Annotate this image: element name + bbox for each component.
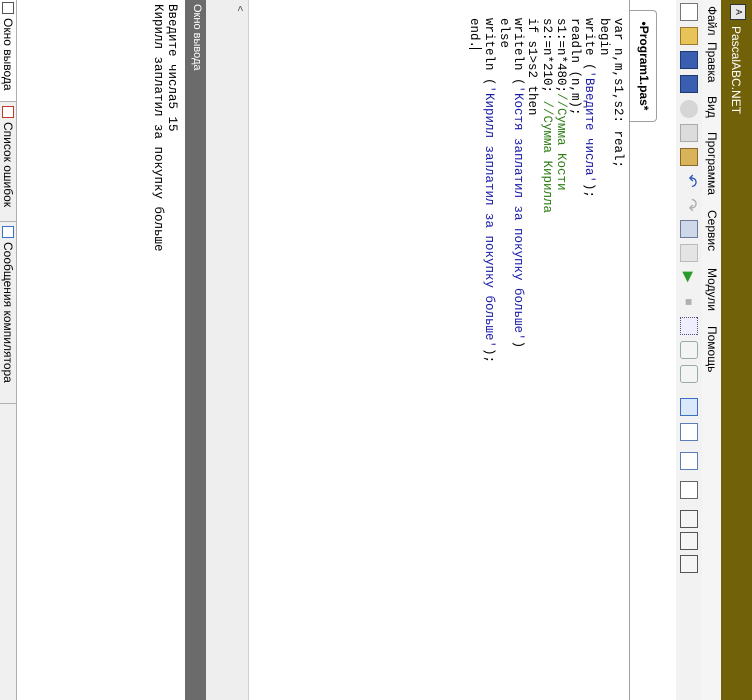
code-line[interactable]: write ('Введите числа'); — [582, 18, 596, 198]
bottom-tab-bar: Окно вывода Список ошибок Сообщения комп… — [0, 0, 17, 700]
title-bar: A PascalABC.NET — [721, 0, 752, 700]
copy-icon[interactable] — [680, 124, 698, 142]
code-token: ); — [482, 348, 497, 364]
ide-window: A PascalABC.NET Файл Правка Вид Программ… — [0, 0, 752, 700]
redo-icon[interactable]: ↷ — [680, 196, 699, 214]
format-icon[interactable] — [680, 510, 698, 528]
save-all-icon[interactable] — [680, 75, 698, 93]
code-token: ) — [510, 340, 525, 349]
toolbar: ↶ ↷ ▶ ■ — [675, 0, 702, 700]
file-tab-strip: •Program1.pas* — [629, 0, 676, 700]
compile-icon[interactable] — [680, 220, 698, 238]
code-line[interactable]: if s1>s2 then — [525, 18, 539, 116]
code-line[interactable]: readln (n,m); — [568, 18, 582, 116]
cut-icon[interactable] — [680, 100, 698, 118]
code-token: write ( — [582, 18, 597, 71]
code-token: writeln ( — [482, 18, 497, 86]
tab-output-window[interactable]: Окно вывода — [0, 0, 16, 102]
code-token: readln (n,m); — [568, 18, 583, 116]
text-cursor — [469, 48, 483, 50]
output-panel: Введите числа5 15 Кирилл заплатил за пок… — [17, 0, 185, 700]
outdent-icon[interactable] — [680, 555, 698, 573]
code-token: s2:=n*210; — [539, 18, 554, 101]
menu-file[interactable]: Файл — [705, 6, 719, 36]
scroll-left-arrow-icon[interactable]: < — [231, 0, 248, 17]
tab-error-list[interactable]: Список ошибок — [0, 104, 16, 222]
rebuild-icon[interactable] — [680, 244, 698, 262]
code-line[interactable]: var n,m,s1,s2: real; — [611, 18, 625, 168]
save-icon[interactable] — [680, 51, 698, 69]
code-token: begin — [596, 18, 611, 56]
error-list-icon — [2, 106, 14, 118]
step-over-icon[interactable] — [680, 341, 698, 359]
code-token: s1:=n*480; — [553, 18, 568, 94]
open-folder-icon[interactable] — [680, 27, 698, 45]
menu-modules[interactable]: Модули — [705, 268, 719, 311]
tab-error-list-label: Список ошибок — [1, 122, 15, 208]
code-token: ); — [582, 183, 597, 199]
output-line: Кирилл заплатил за покупку больше — [150, 4, 165, 252]
code-string: 'Кирилл заплатил за покупку больше' — [482, 85, 497, 349]
window-title: PascalABC.NET — [729, 26, 743, 115]
code-line[interactable]: else — [497, 18, 511, 48]
menu-service[interactable]: Сервис — [705, 210, 719, 251]
panel-splitter[interactable] — [206, 0, 232, 700]
code-token: if s1>s2 then — [525, 18, 540, 116]
breakpoint-icon[interactable] — [680, 423, 698, 441]
menu-bar: Файл Правка Вид Программа Сервис Модули … — [702, 0, 721, 700]
code-token: writeln ( — [510, 18, 525, 86]
stop-icon[interactable]: ■ — [680, 293, 698, 311]
step-into-icon[interactable] — [680, 365, 698, 383]
output-line: Введите числа5 15 — [165, 4, 179, 132]
code-line[interactable]: s2:=n*210; //Сумма Кирилла — [540, 18, 554, 213]
undo-icon[interactable]: ↶ — [680, 172, 699, 190]
code-line[interactable]: s1:=n*480;//Сумма Кости — [554, 18, 568, 191]
run-icon[interactable]: ▶ — [680, 268, 698, 286]
new-file-icon[interactable] — [680, 3, 698, 21]
code-comment: //Сумма Кирилла — [539, 100, 554, 214]
code-line[interactable]: end. — [467, 18, 483, 50]
compiler-messages-icon — [2, 226, 14, 238]
output-panel-title: Окно вывода — [191, 4, 203, 71]
menu-view[interactable]: Вид — [705, 96, 719, 118]
menu-program[interactable]: Программа — [705, 132, 719, 195]
editor-horizontal-scrollbar[interactable]: < — [231, 0, 249, 700]
output-icon[interactable] — [680, 481, 698, 499]
code-token: var n,m,s1,s2: real; — [611, 18, 625, 169]
menu-help[interactable]: Помощь — [705, 326, 719, 372]
menu-edit[interactable]: Правка — [705, 42, 719, 83]
output-window-icon — [2, 2, 14, 14]
paste-icon[interactable] — [680, 148, 698, 166]
code-string: 'Костя заплатил за покупку больше' — [510, 85, 525, 341]
code-token: end. — [467, 18, 482, 49]
debug-icon[interactable] — [680, 317, 698, 335]
code-line[interactable]: begin — [597, 18, 611, 56]
indent-icon[interactable] — [680, 532, 698, 550]
code-line[interactable]: writeln ('Костя заплатил за покупку боль… — [511, 18, 525, 348]
tab-compiler-messages-label: Сообщения компилятора — [1, 242, 15, 383]
code-string: 'Введите числа' — [582, 70, 597, 184]
code-editor[interactable]: var n,m,s1,s2: real; begin write ('Введи… — [249, 0, 629, 700]
tab-output-window-label: Окно вывода — [1, 18, 15, 91]
code-text[interactable]: var n,m,s1,s2: real; begin write ('Введи… — [467, 18, 625, 363]
code-token: else — [496, 18, 511, 49]
output-panel-header: Окно вывода — [185, 0, 206, 700]
watch-icon[interactable] — [680, 452, 698, 470]
tab-program1[interactable]: •Program1.pas* — [630, 10, 657, 122]
tab-compiler-messages[interactable]: Сообщения компилятора — [0, 224, 16, 404]
pascal-app-icon: A — [730, 4, 746, 20]
code-line[interactable]: writeln ('Кирилл заплатил за покупку бол… — [482, 18, 496, 363]
toggle-panel-icon[interactable] — [680, 398, 698, 416]
output-text: Введите числа5 15 Кирилл заплатил за пок… — [150, 4, 179, 252]
code-comment: //Сумма Кости — [553, 93, 568, 191]
